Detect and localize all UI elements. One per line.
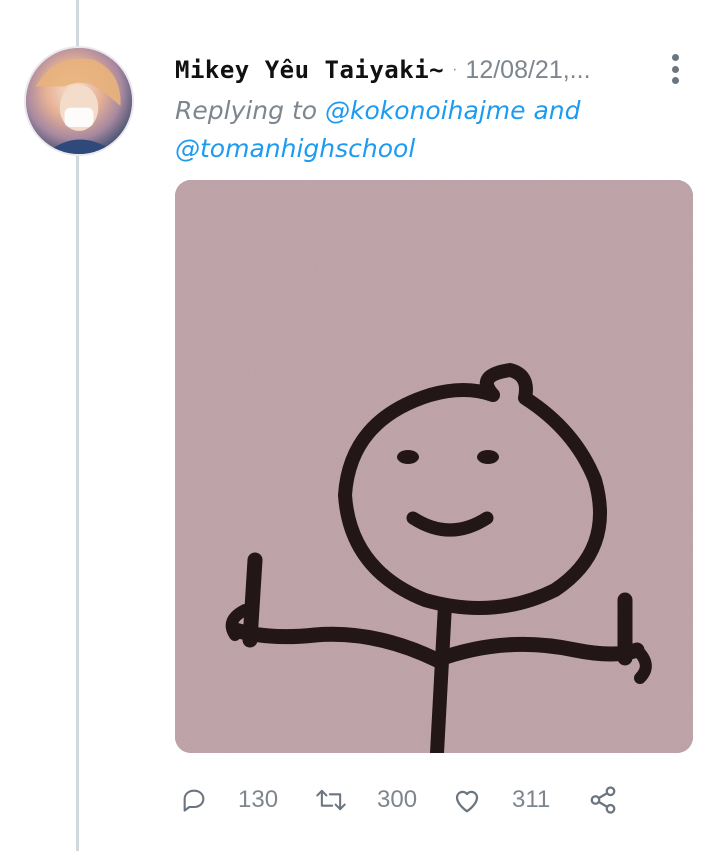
heart-icon — [455, 790, 479, 813]
tweet-actions: 130 300 311 — [180, 780, 660, 820]
timestamp[interactable]: 12/08/21,... — [465, 56, 590, 85]
avatar-image — [26, 48, 132, 154]
reply-button[interactable]: 130 — [180, 780, 278, 820]
retweet-count: 300 — [377, 786, 418, 813]
like-button[interactable]: 311 — [452, 780, 550, 820]
display-name[interactable]: Mikey Yêu Taiyaki~ — [175, 56, 444, 84]
reply-count: 130 — [238, 786, 279, 813]
reply-joiner: and — [533, 96, 581, 125]
like-count: 311 — [512, 786, 551, 813]
more-options-button[interactable] — [660, 52, 690, 86]
more-vertical-icon — [671, 54, 679, 61]
mention-link[interactable]: @kokonoihajme — [325, 96, 525, 125]
more-dot — [671, 65, 679, 73]
stick-figure-image — [175, 180, 693, 753]
mention-link[interactable]: @tomanhighschool — [175, 134, 415, 163]
reply-prefix: Replying to — [175, 96, 318, 125]
tweet-header: Mikey Yêu Taiyaki~ · 12/08/21,... — [175, 50, 695, 90]
share-icon — [590, 786, 616, 814]
replying-to-line: Replying to @kokonoihajme and @tomanhigh… — [175, 92, 695, 168]
tweet-image[interactable] — [175, 180, 693, 753]
separator-dot: · — [452, 61, 458, 78]
avatar[interactable] — [24, 46, 134, 156]
more-dot — [671, 77, 679, 84]
reply-icon — [183, 789, 205, 812]
retweet-icon — [316, 789, 346, 811]
retweet-button[interactable]: 300 — [315, 780, 417, 820]
share-button[interactable] — [588, 780, 618, 820]
